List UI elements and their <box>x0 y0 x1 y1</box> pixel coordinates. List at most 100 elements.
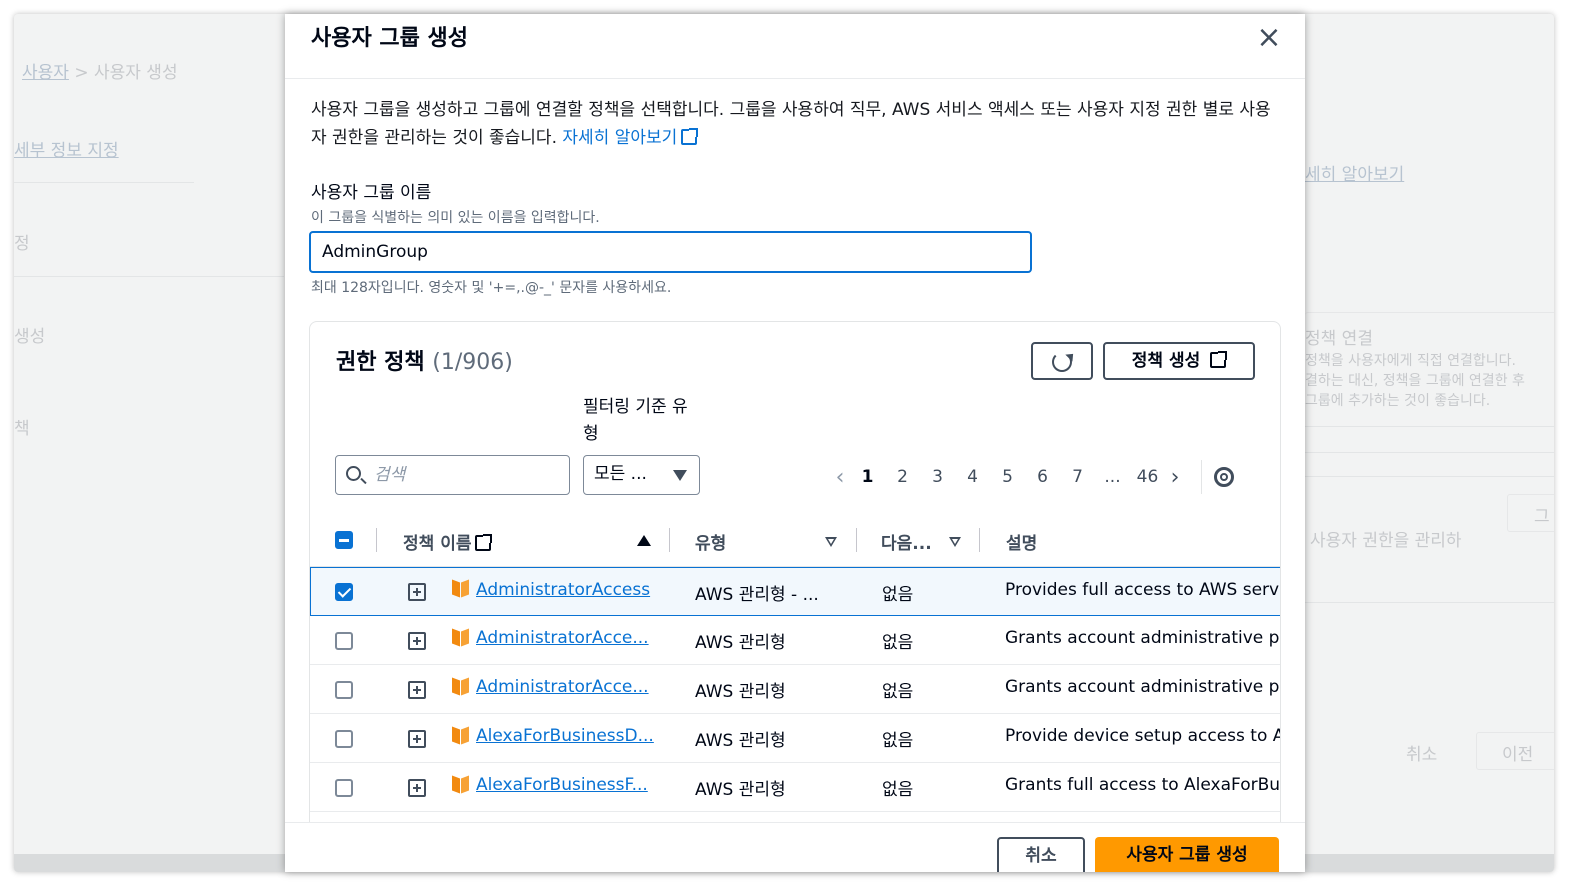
gear-icon[interactable] <box>1214 467 1234 487</box>
policy-used-as: 없음 <box>882 682 914 702</box>
modal-title: 사용자 그룹 생성 <box>311 26 468 51</box>
description-text: 사용자 그룹을 생성하고 그룹에 연결할 정책을 선택합니다. 그룹을 사용하여… <box>311 100 1271 148</box>
filter-type-label: 필터링 기준 유형 <box>583 397 688 444</box>
page-2[interactable]: 2 <box>885 467 920 487</box>
column-divider <box>376 528 377 552</box>
table-row[interactable]: AdministratorAcce... AWS 관리형 없음 Grants a… <box>310 616 1280 665</box>
policy-name-link[interactable]: AdministratorAcce... <box>476 677 656 697</box>
bg-button-label: 그 <box>1534 507 1550 527</box>
create-policy-button[interactable]: 정책 생성 <box>1103 342 1255 380</box>
bg-right-heading: 정책 연결 <box>1305 329 1373 349</box>
bg-step-1: 세부 정보 지정 <box>14 141 119 161</box>
column-divider <box>979 528 980 552</box>
group-name-input[interactable] <box>309 231 1032 273</box>
cancel-button[interactable]: 취소 <box>997 837 1085 872</box>
policy-used-as: 없음 <box>882 731 914 751</box>
expand-icon[interactable] <box>408 681 426 699</box>
bg-divider <box>1305 426 1554 427</box>
page-46[interactable]: 46 <box>1130 467 1165 487</box>
sort-ascending-icon[interactable] <box>637 535 651 546</box>
policy-type: AWS 관리형 <box>695 780 786 800</box>
aws-managed-icon <box>452 775 470 793</box>
table-row[interactable]: AlexaForBusinessF... AWS 관리형 없음 Grants f… <box>310 763 1281 812</box>
column-header-type[interactable]: 유형 <box>695 529 726 554</box>
expand-icon[interactable] <box>408 632 426 650</box>
aws-managed-icon <box>452 677 470 695</box>
expand-icon[interactable] <box>408 583 426 601</box>
learn-more-link[interactable]: 자세히 알아보기 <box>562 128 699 148</box>
table-row[interactable]: AlexaForBusinessD... AWS 관리형 없음 Provide … <box>310 714 1281 763</box>
modal-footer: 취소 사용자 그룹 생성 <box>285 822 1305 872</box>
bg-breadcrumb-current: 사용자 생성 <box>93 63 178 83</box>
policy-type: AWS 관리형 <box>695 682 786 702</box>
bg-step-3: 생성 <box>14 327 46 347</box>
group-name-constraint: 최대 128자입니다. 영숫자 및 '+=,.@-_' 문자를 사용하세요. <box>311 280 672 296</box>
external-link-icon <box>681 128 699 145</box>
filter-type-value: 모든 ... <box>594 464 647 484</box>
sort-icon[interactable] <box>825 537 837 547</box>
policy-description: Provide device setup access to Alex <box>1005 726 1281 746</box>
row-checkbox[interactable] <box>335 681 353 699</box>
modal-description: 사용자 그룹을 생성하고 그룹에 연결할 정책을 선택합니다. 그룹을 사용하여… <box>311 96 1271 152</box>
modal-header: 사용자 그룹 생성 × <box>285 14 1305 79</box>
bg-breadcrumb-chevron-icon: > <box>74 63 94 83</box>
select-all-checkbox[interactable] <box>335 531 353 549</box>
close-icon[interactable]: × <box>1255 23 1283 53</box>
expand-icon[interactable] <box>408 779 426 797</box>
row-checkbox[interactable] <box>335 779 353 797</box>
page-6[interactable]: 6 <box>1025 467 1060 487</box>
expand-icon[interactable] <box>408 730 426 748</box>
page-1[interactable]: 1 <box>850 467 885 487</box>
table-header: 정책 이름 유형 다음... 설명 <box>310 515 1280 567</box>
row-checkbox[interactable] <box>335 730 353 748</box>
page-7[interactable]: 7 <box>1060 467 1095 487</box>
policy-name-link[interactable]: AlexaForBusinessF... <box>476 775 656 795</box>
external-link-icon <box>475 534 493 551</box>
filter-type-select[interactable]: 모든 ... <box>583 455 700 495</box>
policy-used-as: 없음 <box>882 780 914 800</box>
bg-right-text-2: 결하는 대신, 정책을 그룹에 연결한 후 <box>1305 373 1525 389</box>
column-header-used-as[interactable]: 다음... <box>881 529 932 554</box>
policy-type: AWS 관리형 <box>695 633 786 653</box>
policy-used-as: 없음 <box>882 585 914 605</box>
bg-right-mid: 사용자 권한을 관리하 <box>1310 531 1462 551</box>
policy-name-link[interactable]: AdministratorAcce... <box>476 628 656 648</box>
bg-breadcrumb-users: 사용자 <box>22 63 69 83</box>
refresh-button[interactable] <box>1031 342 1093 380</box>
policy-description: Provides full access to AWS services <box>1005 580 1280 600</box>
search-input[interactable] <box>374 462 564 488</box>
bg-divider <box>14 182 194 183</box>
create-user-group-button[interactable]: 사용자 그룹 생성 <box>1095 837 1279 872</box>
sort-icon[interactable] <box>949 537 961 547</box>
bg-breadcrumb: 사용자 > 사용자 생성 <box>22 58 178 83</box>
column-header-description[interactable]: 설명 <box>1006 529 1037 554</box>
table-row[interactable]: AdministratorAcce... AWS 관리형 없음 Grants a… <box>310 665 1280 714</box>
row-checkbox[interactable] <box>335 632 353 650</box>
policies-count: (1/906) <box>432 350 513 375</box>
policy-description: Grants account administrative perm <box>1005 677 1280 697</box>
row-checkbox[interactable] <box>335 583 353 601</box>
policy-description: Grants full access to AlexaForBusin <box>1005 775 1281 795</box>
column-header-name[interactable]: 정책 이름 <box>403 529 493 554</box>
page-3[interactable]: 3 <box>920 467 955 487</box>
chevron-right-icon[interactable]: › <box>1165 465 1185 490</box>
bg-step-2: 정 <box>14 234 30 254</box>
page-5[interactable]: 5 <box>990 467 1025 487</box>
aws-managed-icon <box>452 579 470 597</box>
bg-divider <box>1305 602 1554 603</box>
page-ellipsis: ... <box>1104 467 1121 487</box>
search-field[interactable] <box>335 455 570 495</box>
page-4[interactable]: 4 <box>955 467 990 487</box>
bg-right-text-1: 정책을 사용자에게 직접 연결합니다. <box>1305 353 1516 369</box>
policy-type: AWS 관리형 <box>695 731 786 751</box>
permission-policies-panel: 권한 정책 (1/906) 정책 생성 필터링 기준 유형 모든 ... ‹ 1… <box>309 321 1281 872</box>
policy-name-link[interactable]: AdministratorAccess <box>476 580 656 600</box>
chevron-left-icon[interactable]: ‹ <box>830 465 850 490</box>
table-row[interactable]: AdministratorAccess AWS 관리형 - ... 없음 Pro… <box>310 567 1280 616</box>
create-group-modal: 사용자 그룹 생성 × 사용자 그룹을 생성하고 그룹에 연결할 정책을 선택합… <box>285 14 1305 872</box>
pager-divider <box>1201 460 1202 494</box>
aws-managed-icon <box>452 628 470 646</box>
policy-name-link[interactable]: AlexaForBusinessD... <box>476 726 656 746</box>
policy-type: AWS 관리형 - ... <box>695 585 819 605</box>
search-icon <box>346 466 361 481</box>
